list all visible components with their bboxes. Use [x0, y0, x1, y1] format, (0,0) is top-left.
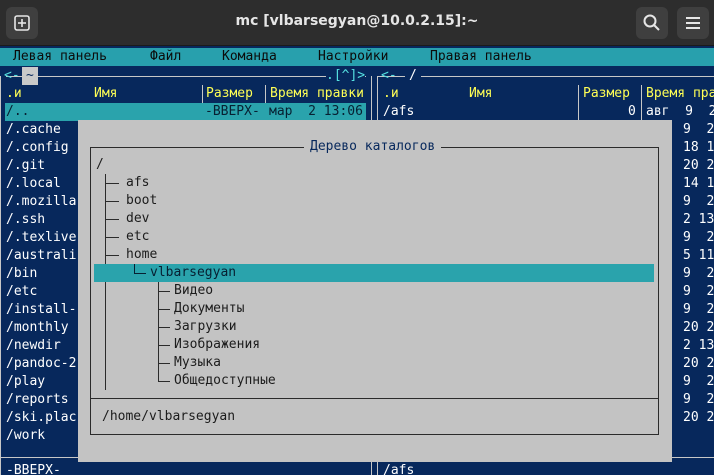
left-file-item[interactable]: /.ssh [6, 211, 45, 229]
right-file-time-cell: 20 23 [683, 410, 714, 425]
left-sort-marker[interactable]: .[^]> [326, 67, 366, 85]
search-icon [643, 14, 660, 31]
tree-dir-item[interactable]: dev [126, 210, 149, 228]
tree-dir-item[interactable]: home [126, 246, 157, 264]
right-file-time-cell: 2 13 [683, 338, 714, 353]
tree-child-item[interactable]: Загрузки [174, 318, 237, 336]
right-file-time-cell: 5 11 [683, 248, 714, 263]
right-file-time-cell: 9 2 [683, 284, 714, 299]
menu-settings[interactable]: Настройки [318, 48, 388, 66]
tree-dir-item[interactable]: afs [126, 174, 149, 192]
left-file-item[interactable]: /newdir [6, 337, 61, 355]
right-file-time-cell: 9 2 [683, 302, 714, 317]
left-col-size[interactable]: Размер [206, 85, 253, 103]
updir-size: -ВВЕРХ- [205, 104, 260, 119]
mc-menubar: Левая панель Файл Команда Настройки Прав… [0, 48, 714, 66]
tree-child-item[interactable]: Музыка [174, 354, 221, 372]
right-file-time-cell: 9 2 [683, 194, 714, 209]
menu-file[interactable]: Файл [150, 48, 181, 66]
window-titlebar: mc [vlbarsegyan@10.0.2.15]:~ [0, 0, 714, 46]
search-button[interactable] [636, 7, 668, 39]
right-col-size[interactable]: Размер [583, 85, 630, 103]
left-file-item[interactable]: /ski.plac [6, 409, 76, 427]
menu-left-panel[interactable]: Левая панель [13, 48, 107, 66]
left-panel-path[interactable]: ~ [22, 67, 38, 85]
right-file-time-cell: 9 2 [683, 266, 714, 281]
left-col-time[interactable]: Время правки [270, 85, 364, 103]
left-file-item[interactable]: /.config [6, 139, 69, 157]
left-file-item[interactable]: /install- [6, 301, 76, 319]
left-file-item[interactable]: /.mozilla [6, 193, 76, 211]
dialog-title: Дерево каталогов [304, 138, 442, 156]
tree-child-item[interactable]: Документы [174, 300, 244, 318]
right-first-name[interactable]: /afs [383, 103, 414, 121]
left-file-item[interactable]: /.git [6, 157, 45, 175]
menu-command[interactable]: Команда [222, 48, 277, 66]
right-file-time-cell: 2 13 [683, 212, 714, 227]
right-file-time-cell: 9 2 [683, 230, 714, 245]
right-col-name[interactable]: Имя [469, 85, 492, 103]
hamburger-icon [686, 17, 700, 29]
left-file-item[interactable]: /.texlive [6, 229, 76, 247]
right-first-time: авг 9 2 [646, 104, 714, 119]
right-panel-path[interactable]: / [405, 67, 421, 85]
tree-root[interactable]: / [96, 156, 104, 174]
tree-child-item[interactable]: Общедоступные [174, 372, 276, 390]
tree-child-item[interactable]: Изображения [174, 336, 260, 354]
right-status: /afs [383, 463, 415, 475]
right-file-time-cell: 20 23 [683, 158, 714, 173]
tree-child-item[interactable]: Видео [174, 282, 213, 300]
right-file-time-cell: 9 2 [683, 392, 714, 407]
right-file-time-cell: 20 23 [683, 356, 714, 371]
left-file-item[interactable]: /play [6, 373, 45, 391]
directory-tree-dialog: Дерево каталогов / afs boot dev etc home vlb… [78, 120, 672, 462]
left-file-item[interactable]: /reports [6, 391, 69, 409]
tree-selected-label: vlbarsegyan [150, 265, 237, 280]
menu-button[interactable] [677, 7, 709, 39]
tree-selected-row[interactable]: vlbarsegyan [94, 264, 654, 282]
right-col-n[interactable]: .и [383, 85, 399, 103]
right-first-size: 0 [628, 104, 636, 119]
tree-dir-item[interactable]: etc [126, 228, 149, 246]
tree-dir-item[interactable]: boot [126, 192, 157, 210]
left-file-item[interactable]: /pandoc-2 [6, 355, 76, 373]
left-file-item[interactable]: /monthly [6, 319, 69, 337]
right-file-time-cell: 9 2 [683, 374, 714, 389]
left-status: -ВВЕРХ- [6, 463, 61, 475]
right-file-time-cell: 20 23 [683, 320, 714, 335]
left-col-n[interactable]: .и [6, 85, 22, 103]
menu-right-panel[interactable]: Правая панель [430, 48, 532, 66]
left-updir-row[interactable]: /.. -ВВЕРХ- мар 2 13:06 [5, 103, 366, 121]
left-file-item[interactable]: /work [6, 427, 45, 445]
right-file-time-cell: 18 17 [683, 140, 714, 155]
left-file-item[interactable]: /etc [6, 283, 37, 301]
right-file-time-cell: 14 15 [683, 176, 714, 191]
right-file-time-cell: 9 2 [683, 122, 714, 137]
left-file-item[interactable]: /bin [6, 265, 37, 283]
right-col-time[interactable]: Время правки [646, 85, 714, 103]
left-col-name[interactable]: Имя [94, 85, 117, 103]
updir-name: /.. [6, 104, 30, 119]
left-file-item[interactable]: /.cache [6, 121, 61, 139]
dialog-path: /home/vlbarsegyan [102, 409, 236, 424]
window-title: mc [vlbarsegyan@10.0.2.15]:~ [235, 13, 479, 29]
updir-time: мар 2 13:06 [269, 104, 363, 119]
left-file-item[interactable]: /australi [6, 247, 76, 265]
left-file-item[interactable]: /.local [6, 175, 61, 193]
